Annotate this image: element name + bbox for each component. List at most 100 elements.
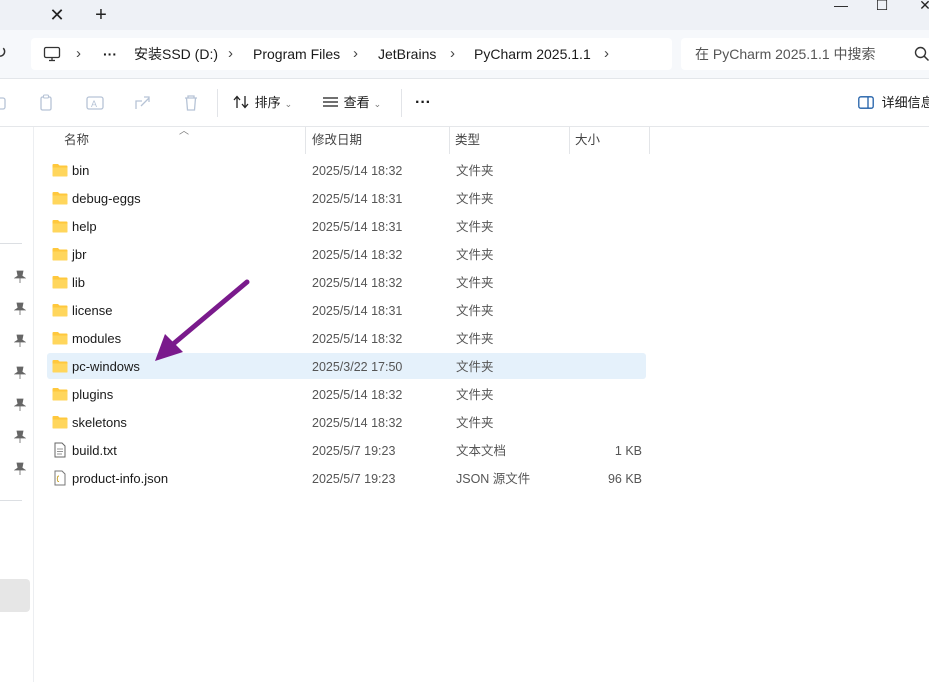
new-tab-button[interactable]: +	[90, 4, 112, 26]
file-name: build.txt	[72, 443, 117, 458]
file-row[interactable]: jbr 2025/5/14 18:32 文件夹	[47, 241, 646, 267]
maximize-button[interactable]: ☐	[867, 0, 897, 14]
file-type: 文件夹	[456, 360, 494, 374]
column-header-name[interactable]: 名称	[64, 127, 89, 154]
file-date: 2025/5/14 18:32	[312, 248, 403, 262]
file-size: 1 KB	[614, 444, 642, 458]
pin-icon[interactable]	[14, 302, 26, 316]
chevron-right-icon[interactable]: ›	[604, 38, 609, 70]
search-input[interactable]: 在 PyCharm 2025.1.1 中搜索	[695, 38, 876, 70]
file-date: 2025/5/7 19:23	[312, 472, 396, 486]
file-name: debug-eggs	[72, 191, 141, 206]
file-date: 2025/5/14 18:32	[312, 388, 403, 402]
file-row[interactable]: help 2025/5/14 18:31 文件夹	[47, 213, 646, 239]
column-divider[interactable]	[649, 127, 650, 154]
file-row[interactable]: skeletons 2025/5/14 18:32 文件夹	[47, 409, 646, 435]
file-name: bin	[72, 163, 90, 178]
file-type: 文件夹	[456, 388, 494, 402]
sort-button[interactable]: 排序 ⌄	[233, 88, 292, 118]
file-date: 2025/5/14 18:32	[312, 164, 403, 178]
toolbar-divider	[401, 89, 402, 117]
folder-icon	[52, 248, 68, 261]
this-pc-icon[interactable]	[43, 46, 61, 62]
file-type: 文件夹	[456, 276, 494, 290]
file-date: 2025/5/14 18:31	[312, 192, 403, 206]
breadcrumb-drive[interactable]: 安装SSD (D:)	[134, 38, 218, 70]
more-options-button[interactable]: ···	[415, 88, 431, 118]
column-divider[interactable]	[569, 127, 570, 154]
search-box[interactable]: 在 PyCharm 2025.1.1 中搜索	[681, 38, 929, 70]
chevron-right-icon[interactable]: ›	[353, 38, 358, 70]
chevron-right-icon[interactable]: ›	[228, 38, 233, 70]
folder-icon	[52, 276, 68, 289]
chevron-right-icon[interactable]: ›	[450, 38, 455, 70]
close-tab-icon[interactable]: ✕	[46, 4, 68, 26]
details-pane-icon	[858, 96, 874, 109]
file-row[interactable]: product-info.json 2025/5/7 19:23 JSON 源文件 9…	[47, 465, 646, 491]
column-header-type[interactable]: 类型	[455, 127, 480, 154]
address-row: ↻ › ··· 安装SSD (D:) › Program Files › Jet…	[0, 30, 929, 79]
file-row[interactable]: license 2025/5/14 18:31 文件夹	[47, 297, 646, 323]
minimize-button[interactable]: —	[826, 0, 856, 14]
file-type: 文件夹	[456, 220, 494, 234]
file-row[interactable]: modules 2025/5/14 18:32 文件夹	[47, 325, 646, 351]
chevron-down-icon: ⌄	[284, 99, 293, 109]
navigation-pane	[0, 127, 34, 682]
svg-text:A: A	[91, 99, 97, 109]
file-type: 文件夹	[456, 416, 494, 430]
folder-icon	[52, 304, 68, 317]
pin-icon[interactable]	[14, 462, 26, 476]
search-icon[interactable]	[913, 45, 929, 63]
file-name: pc-windows	[72, 359, 140, 374]
cut-icon[interactable]	[0, 92, 10, 114]
rename-icon[interactable]: A	[84, 92, 106, 114]
file-size: 96 KB	[607, 472, 642, 486]
breadcrumb-program-files[interactable]: Program Files	[253, 38, 340, 70]
file-row[interactable]: pc-windows 2025/3/22 17:50 文件夹	[47, 353, 646, 379]
view-label: 查看	[343, 95, 370, 110]
pin-icon[interactable]	[14, 366, 26, 380]
share-icon[interactable]	[132, 92, 154, 114]
folder-icon	[52, 388, 68, 401]
folder-icon	[52, 416, 68, 429]
pin-icon[interactable]	[14, 334, 26, 348]
folder-icon	[52, 220, 68, 233]
column-divider[interactable]	[305, 127, 306, 154]
column-header-date[interactable]: 修改日期	[312, 127, 362, 154]
breadcrumb-jetbrains[interactable]: JetBrains	[378, 38, 436, 70]
sidebar-divider	[0, 500, 22, 501]
file-row[interactable]: lib 2025/5/14 18:32 文件夹	[47, 269, 646, 295]
pin-icon[interactable]	[14, 270, 26, 284]
file-row[interactable]: build.txt 2025/5/7 19:23 文本文档 1 KB	[47, 437, 646, 463]
chevron-right-icon[interactable]: ›	[76, 38, 81, 70]
refresh-icon[interactable]: ↻	[0, 42, 7, 63]
address-bar[interactable]: › ··· 安装SSD (D:) › Program Files › JetBr…	[31, 38, 672, 70]
file-type: 文件夹	[456, 192, 494, 206]
file-date: 2025/5/7 19:23	[312, 444, 396, 458]
folder-icon	[52, 164, 68, 177]
sidebar-item-selected[interactable]	[0, 579, 30, 612]
sort-label: 排序	[254, 95, 281, 110]
column-header-size[interactable]: 大小	[575, 127, 600, 154]
file-row[interactable]: debug-eggs 2025/5/14 18:31 文件夹	[47, 185, 646, 211]
delete-icon[interactable]	[180, 92, 202, 114]
details-pane-button[interactable]: 详细信息	[858, 88, 929, 118]
file-type: 文件夹	[456, 332, 494, 346]
json-file-icon	[54, 470, 66, 486]
copy-icon[interactable]	[35, 92, 57, 114]
close-window-button[interactable]: ✕	[910, 0, 929, 14]
file-date: 2025/5/14 18:32	[312, 276, 403, 290]
file-name: product-info.json	[72, 471, 169, 486]
file-type: 文件夹	[456, 164, 494, 178]
file-row[interactable]: plugins 2025/5/14 18:32 文件夹	[47, 381, 646, 407]
pin-icon[interactable]	[14, 398, 26, 412]
file-name: modules	[72, 331, 122, 346]
breadcrumb-pycharm[interactable]: PyCharm 2025.1.1	[474, 38, 591, 70]
column-divider[interactable]	[449, 127, 450, 154]
file-date: 2025/3/22 17:50	[312, 360, 403, 374]
view-button[interactable]: 查看 ⌄	[322, 88, 381, 118]
breadcrumb-more[interactable]: ···	[103, 38, 117, 70]
file-row[interactable]: bin 2025/5/14 18:32 文件夹	[47, 157, 646, 183]
file-name: license	[72, 303, 113, 318]
pin-icon[interactable]	[14, 430, 26, 444]
